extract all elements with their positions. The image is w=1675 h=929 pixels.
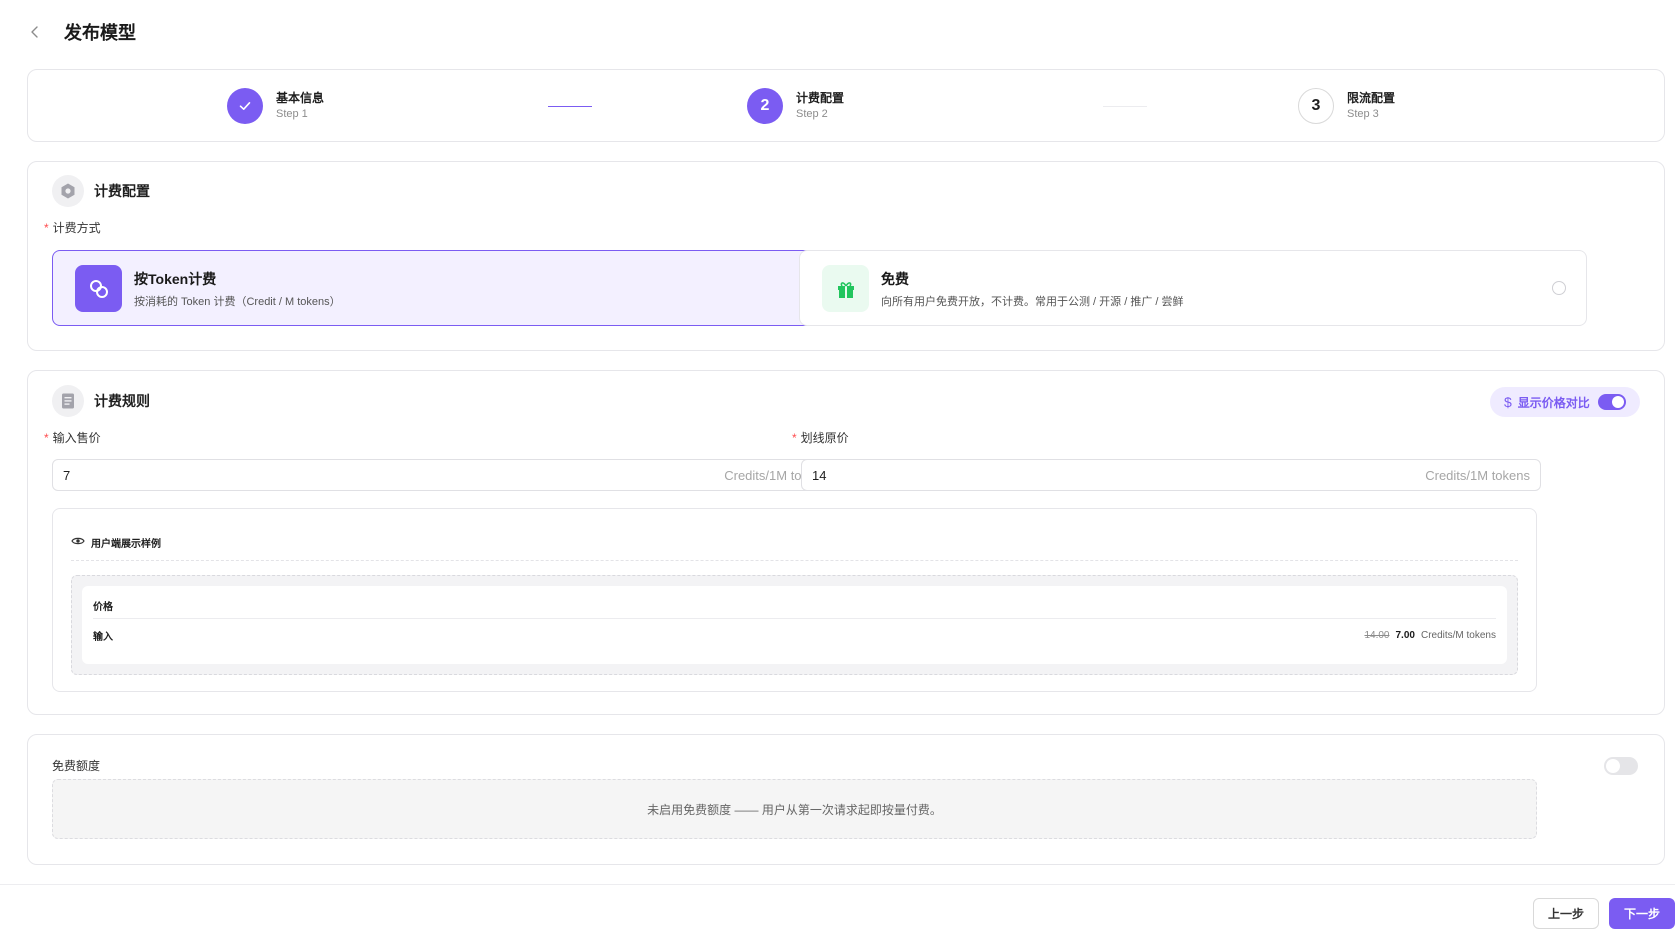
prev-step-button[interactable]: 上一步 <box>1533 898 1599 929</box>
input-value: 7 <box>63 467 71 483</box>
check-icon <box>227 88 263 124</box>
new-price: 7.00 <box>1395 630 1415 641</box>
document-icon <box>52 385 84 417</box>
step-title: 计费配置 <box>796 91 845 105</box>
option-desc: 按消耗的 Token 计费（Credit / M tokens） <box>134 296 341 308</box>
free-quota-switch[interactable] <box>1604 757 1638 775</box>
back-arrow-icon[interactable] <box>26 23 44 41</box>
required-mark: * <box>792 431 797 445</box>
input-price-label: * 输入售价 <box>44 429 101 446</box>
price-compare-toggle[interactable]: $ 显示价格对比 <box>1490 387 1640 417</box>
eye-icon <box>71 533 85 551</box>
footer-divider <box>0 884 1675 885</box>
free-quota-label: 免费额度 <box>52 759 101 773</box>
strike-price-label: * 划线原价 <box>792 429 849 446</box>
step-connector <box>1103 106 1147 107</box>
input-suffix: Credits/1M tokens <box>1425 467 1530 483</box>
divider <box>93 618 1496 619</box>
old-price: 14.00 <box>1364 630 1390 641</box>
link-icon <box>75 265 122 312</box>
option-title: 免费 <box>881 271 909 287</box>
input-row-label: 输入 <box>93 632 113 643</box>
step-basic-info[interactable]: 基本信息 Step 1 <box>227 88 324 124</box>
option-token-billing[interactable]: 按Token计费 按消耗的 Token 计费（Credit / M tokens… <box>52 250 840 326</box>
step-rate-limit[interactable]: 3 限流配置 Step 3 <box>1298 88 1395 124</box>
preview-title: 用户端展示样例 <box>91 538 161 550</box>
page-title: 发布模型 <box>64 23 136 43</box>
step-subtitle: Step 3 <box>1347 108 1379 120</box>
option-free[interactable]: 免费 向所有用户免费开放，不计费。常用于公测 / 开源 / 推广 / 尝鲜 <box>799 250 1587 326</box>
field-label-text: 划线原价 <box>800 431 849 445</box>
field-label-text: 输入售价 <box>52 431 101 445</box>
preview-box: 价格 输入 14.00 7.00 Credits/M tokens <box>71 575 1518 675</box>
step-subtitle: Step 2 <box>796 108 828 120</box>
step-subtitle: Step 1 <box>276 108 308 120</box>
user-preview-panel: 用户端展示样例 价格 输入 14.00 7.00 Credits/M token… <box>52 508 1537 692</box>
price-table: 价格 输入 14.00 7.00 Credits/M tokens <box>82 586 1507 664</box>
strike-price-field[interactable]: 14 Credits/1M tokens <box>801 459 1541 491</box>
input-price-field[interactable]: 7 Credits/1M tokens <box>52 459 840 491</box>
price-header: 价格 <box>93 602 113 613</box>
step-title: 基本信息 <box>276 91 325 105</box>
free-quota-empty: 未启用免费额度 —— 用户从第一次请求起即按量付费。 <box>52 779 1537 839</box>
section-header: 计费配置 <box>52 175 150 207</box>
option-title: 按Token计费 <box>134 271 217 287</box>
page-header: 发布模型 <box>26 18 136 46</box>
section-header: 计费规则 <box>52 385 150 417</box>
settings-icon <box>52 175 84 207</box>
free-quota-card: 免费额度 未启用免费额度 —— 用户从第一次请求起即按量付费。 <box>27 734 1665 865</box>
step-title: 限流配置 <box>1347 91 1396 105</box>
field-label-text: 计费方式 <box>52 221 101 235</box>
section-title: 计费配置 <box>94 183 150 199</box>
required-mark: * <box>44 221 49 235</box>
preview-header: 用户端展示样例 <box>71 533 161 551</box>
compare-switch[interactable] <box>1598 394 1626 410</box>
step-number: 2 <box>747 88 783 124</box>
dollar-icon: $ <box>1504 394 1512 410</box>
steps-card: 基本信息 Step 1 2 计费配置 Step 2 3 限流配置 Step 3 <box>27 69 1665 142</box>
option-desc: 向所有用户免费开放，不计费。常用于公测 / 开源 / 推广 / 尝鲜 <box>881 296 1184 308</box>
billing-config-card: 计费配置 * 计费方式 按Token计费 按消耗的 Token 计费（Credit… <box>27 161 1665 351</box>
section-title: 计费规则 <box>94 393 150 409</box>
billing-method-label: * 计费方式 <box>44 219 101 236</box>
price-value: 14.00 7.00 Credits/M tokens <box>1364 630 1496 641</box>
step-billing[interactable]: 2 计费配置 Step 2 <box>747 88 844 124</box>
option-radio[interactable] <box>1552 281 1566 295</box>
input-value: 14 <box>812 467 827 483</box>
required-mark: * <box>44 431 49 445</box>
step-connector <box>548 106 592 107</box>
price-unit: Credits/M tokens <box>1420 630 1496 641</box>
billing-rules-card: 计费规则 $ 显示价格对比 * 输入售价 * 划线原价 7 Credits/1M t… <box>27 370 1665 715</box>
divider <box>71 560 1518 561</box>
step-number: 3 <box>1298 88 1334 124</box>
gift-icon <box>822 265 869 312</box>
next-step-button[interactable]: 下一步 <box>1609 898 1675 929</box>
compare-label: 显示价格对比 <box>1517 395 1590 410</box>
